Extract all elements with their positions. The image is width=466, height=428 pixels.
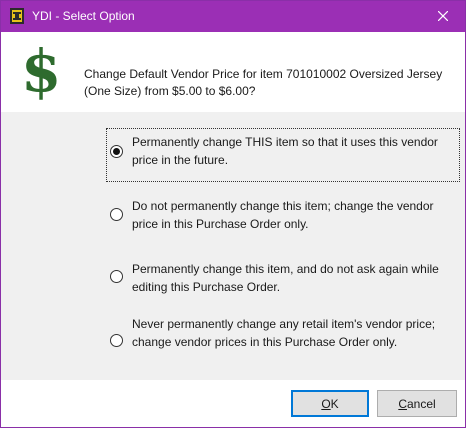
cancel-button[interactable]: Cancel	[377, 390, 457, 417]
dollar-sign-icon: $	[21, 37, 62, 105]
option-label: Never permanently change any retail item…	[132, 317, 436, 349]
close-button[interactable]	[420, 1, 465, 32]
option-change-and-do-not-ask[interactable]: Permanently change this item, and do not…	[107, 260, 459, 300]
option-label: Permanently change this item, and do not…	[132, 262, 439, 294]
ydi-app-icon	[9, 7, 25, 25]
options-group: Permanently change THIS item so that it …	[1, 112, 465, 380]
option-this-po-only[interactable]: Do not permanently change this item; cha…	[107, 197, 459, 237]
select-option-dialog: YDI - Select Option $ Change Default Ven…	[0, 0, 466, 428]
question-text: Change Default Vendor Price for item 701…	[84, 67, 443, 98]
option-label: Permanently change THIS item so that it …	[132, 135, 438, 167]
radio-button[interactable]	[110, 334, 123, 347]
option-change-this-item[interactable]: Permanently change THIS item so that it …	[106, 128, 460, 182]
dialog-header: $ Change Default Vendor Price for item 7…	[1, 32, 465, 112]
button-bar: OK Cancel	[1, 380, 465, 427]
radio-button[interactable]	[110, 208, 123, 221]
title-bar[interactable]: YDI - Select Option	[1, 1, 465, 32]
window-title: YDI - Select Option	[32, 9, 135, 23]
ok-button[interactable]: OK	[291, 390, 369, 417]
option-never-change[interactable]: Never permanently change any retail item…	[107, 315, 459, 371]
radio-button-selected[interactable]	[110, 145, 123, 158]
close-icon	[437, 8, 448, 26]
option-label: Do not permanently change this item; cha…	[132, 199, 434, 231]
radio-button[interactable]	[110, 270, 123, 283]
